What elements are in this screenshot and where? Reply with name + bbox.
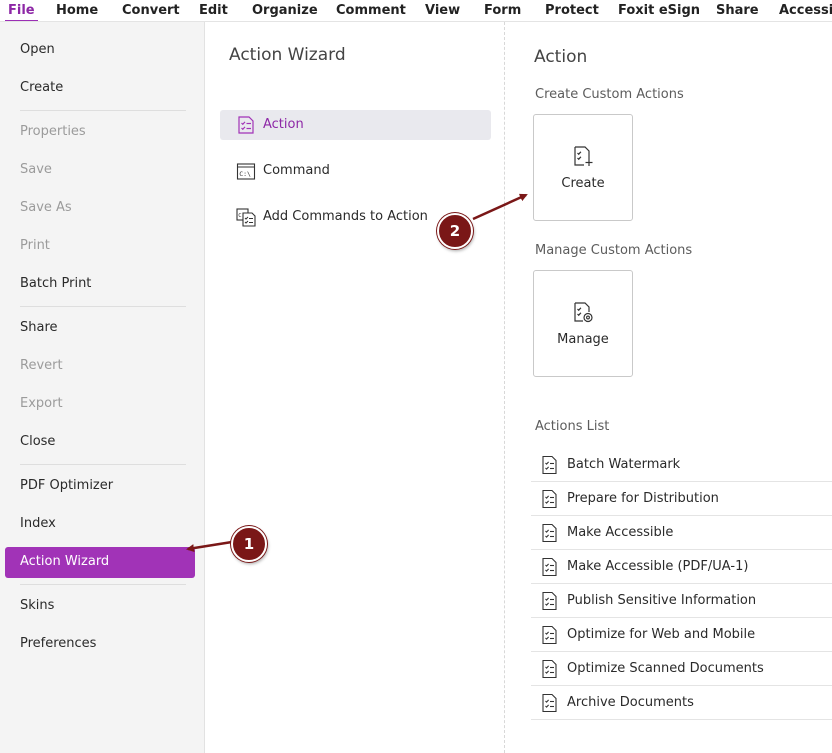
action-wizard-panel: Action Wizard Action C:\ Command C: Add …	[206, 22, 505, 753]
action-list-item[interactable]: Optimize for Web and Mobile	[531, 618, 832, 652]
action-document-icon	[542, 489, 557, 509]
file-menu-share[interactable]: Share	[20, 320, 58, 335]
action-list-item[interactable]: Optimize Scanned Documents	[531, 652, 832, 686]
create-action-icon	[574, 146, 593, 166]
ribbon-menu-bar: File Home Convert Edit Organize Comment …	[0, 0, 832, 22]
action-list-item-label: Publish Sensitive Information	[567, 593, 757, 608]
file-menu-batch-print[interactable]: Batch Print	[20, 276, 91, 291]
action-list-item[interactable]: Prepare for Distribution	[531, 482, 832, 516]
file-menu-export[interactable]: Export	[20, 396, 63, 411]
file-menu-preferences[interactable]: Preferences	[20, 636, 96, 651]
file-menu-separator	[20, 306, 186, 307]
file-menu-action-wizard[interactable]: Action Wizard	[5, 547, 195, 578]
menu-file[interactable]: File	[5, 3, 38, 21]
command-prompt-icon: C:\	[236, 163, 256, 180]
action-document-icon	[542, 693, 557, 713]
menu-accessibility[interactable]: Accessib	[779, 3, 832, 18]
action-panel-title: Action	[534, 47, 588, 67]
action-document-icon	[542, 659, 557, 679]
svg-text:C:\: C:\	[239, 170, 251, 178]
menu-foxit-esign[interactable]: Foxit eSign	[618, 3, 700, 18]
create-custom-actions-heading: Create Custom Actions	[535, 87, 684, 102]
file-menu-revert[interactable]: Revert	[20, 358, 63, 373]
nav-item-action[interactable]: Action	[220, 110, 491, 140]
add-commands-icon: C:	[236, 208, 256, 227]
file-menu-save-as[interactable]: Save As	[20, 200, 72, 215]
file-menu-panel: Open Create Properties Save Save As Prin…	[0, 22, 205, 753]
nav-item-add-commands-label: Add Commands to Action	[263, 209, 428, 224]
menu-comment[interactable]: Comment	[336, 3, 406, 18]
menu-edit[interactable]: Edit	[199, 3, 228, 18]
action-list-item-label: Make Accessible (PDF/UA-1)	[567, 559, 749, 574]
action-list-item-label: Prepare for Distribution	[567, 491, 719, 506]
file-menu-separator	[20, 110, 186, 111]
manage-actions-label: Manage	[557, 332, 609, 347]
menu-view[interactable]: View	[425, 3, 460, 18]
file-menu-open[interactable]: Open	[20, 42, 55, 57]
file-menu-index[interactable]: Index	[20, 516, 56, 531]
action-checklist-icon	[238, 116, 254, 134]
action-list-item-label: Optimize Scanned Documents	[567, 661, 764, 676]
action-list-item[interactable]: Make Accessible (PDF/UA-1)	[531, 550, 832, 584]
create-action-button[interactable]: Create	[533, 114, 633, 221]
manage-actions-button[interactable]: Manage	[533, 270, 633, 377]
manage-custom-actions-heading: Manage Custom Actions	[535, 243, 693, 258]
actions-list-heading: Actions List	[535, 419, 610, 434]
action-list-item-label: Archive Documents	[567, 695, 694, 710]
action-document-icon	[542, 455, 557, 475]
action-content-panel: Action Create Custom Actions Create Mana…	[506, 22, 832, 753]
action-list-item-label: Batch Watermark	[567, 457, 681, 472]
file-menu-action-wizard-label: Action Wizard	[20, 554, 110, 569]
action-document-icon	[542, 557, 557, 577]
callout-2: 2	[437, 213, 473, 249]
action-list-item[interactable]: Publish Sensitive Information	[531, 584, 832, 618]
file-menu-separator	[20, 584, 186, 585]
file-menu-skins[interactable]: Skins	[20, 598, 54, 613]
menu-protect[interactable]: Protect	[545, 3, 599, 18]
file-menu-pdf-optimizer[interactable]: PDF Optimizer	[20, 478, 113, 493]
nav-item-action-label: Action	[263, 117, 304, 132]
action-wizard-title: Action Wizard	[229, 45, 346, 65]
action-list-item[interactable]: Make Accessible	[531, 516, 832, 550]
file-menu-close[interactable]: Close	[20, 434, 55, 449]
menu-home[interactable]: Home	[56, 3, 98, 18]
action-document-icon	[542, 591, 557, 611]
menu-share[interactable]: Share	[716, 3, 759, 18]
file-menu-properties[interactable]: Properties	[20, 124, 86, 139]
action-document-icon	[542, 625, 557, 645]
file-menu-save[interactable]: Save	[20, 162, 52, 177]
create-action-label: Create	[561, 176, 605, 191]
menu-convert[interactable]: Convert	[122, 3, 180, 18]
nav-item-command[interactable]: C:\ Command	[220, 156, 491, 186]
file-menu-create[interactable]: Create	[20, 80, 63, 95]
menu-form[interactable]: Form	[484, 3, 521, 18]
nav-item-command-label: Command	[263, 163, 330, 178]
manage-actions-icon	[574, 302, 593, 323]
action-document-icon	[542, 523, 557, 543]
action-list-item[interactable]: Batch Watermark	[531, 448, 832, 482]
action-list-item-label: Make Accessible	[567, 525, 674, 540]
menu-organize[interactable]: Organize	[252, 3, 318, 18]
callout-1: 1	[231, 526, 267, 562]
action-list-item-label: Optimize for Web and Mobile	[567, 627, 756, 642]
file-menu-print[interactable]: Print	[20, 238, 50, 253]
file-menu-separator	[20, 464, 186, 465]
action-list-item[interactable]: Archive Documents	[531, 686, 832, 720]
